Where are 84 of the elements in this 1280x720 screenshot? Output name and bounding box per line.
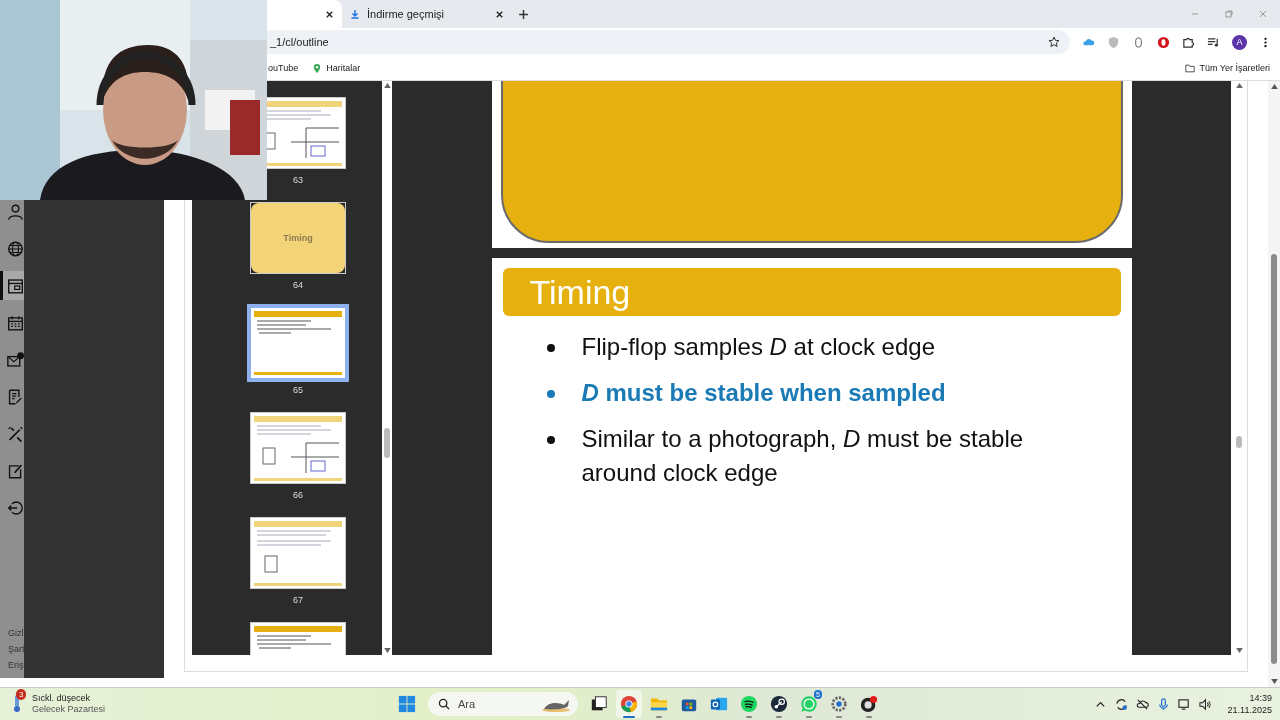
slide-thumbnail[interactable] bbox=[250, 517, 346, 589]
scrollbar-thumb[interactable] bbox=[1271, 254, 1277, 664]
scroll-down-icon[interactable] bbox=[383, 648, 391, 653]
folder-icon bbox=[1185, 62, 1196, 74]
browser-tab[interactable]: İndirme geçmişi bbox=[342, 0, 512, 28]
running-indicator bbox=[776, 716, 782, 718]
running-indicator bbox=[806, 716, 812, 718]
running-indicator bbox=[836, 716, 842, 718]
footer-link[interactable]: Şart bbox=[8, 642, 24, 656]
settings-icon bbox=[830, 695, 848, 713]
clock-date: 21.11.2025 bbox=[1227, 704, 1272, 716]
slide-title: Timing bbox=[529, 272, 631, 312]
outlook-icon bbox=[710, 695, 728, 713]
scroll-up-icon[interactable] bbox=[383, 83, 391, 88]
slide-number: 64 bbox=[293, 280, 303, 292]
bullet-text: Flip-flop samples D at clock edge bbox=[581, 332, 935, 362]
slide-number: 66 bbox=[293, 490, 303, 502]
windows-start-icon[interactable] bbox=[398, 695, 416, 713]
scrollbar-thumb[interactable] bbox=[1236, 436, 1242, 448]
slide-thumbnail[interactable] bbox=[266, 97, 346, 169]
bookmark[interactable]: Haritalar bbox=[312, 62, 361, 74]
bookmark[interactable]: ouTube bbox=[268, 63, 299, 73]
mouse-icon[interactable] bbox=[1132, 35, 1145, 49]
star-icon[interactable] bbox=[1048, 36, 1060, 48]
whatsapp-icon bbox=[800, 695, 818, 713]
notification-badge: 3 bbox=[16, 689, 27, 700]
scroll-down-icon[interactable] bbox=[1235, 648, 1243, 653]
slide-number: 67 bbox=[293, 595, 303, 607]
bullet-icon bbox=[546, 390, 555, 398]
sidebar-item[interactable] bbox=[0, 271, 24, 300]
puzzle-icon[interactable] bbox=[1182, 35, 1195, 49]
tools-icon bbox=[7, 424, 24, 443]
sync-icon[interactable] bbox=[1114, 697, 1128, 711]
new-tab-icon[interactable] bbox=[518, 8, 529, 20]
slide-thumbnail[interactable] bbox=[250, 412, 346, 484]
running-indicator bbox=[746, 716, 752, 718]
network-icon[interactable] bbox=[1177, 697, 1191, 711]
mail-icon bbox=[7, 350, 24, 369]
logout-icon bbox=[7, 498, 24, 517]
address-field[interactable]: _1/cl/outline bbox=[267, 30, 1070, 54]
cloud-off-icon[interactable] bbox=[1135, 697, 1149, 711]
slide-thumbnail[interactable] bbox=[247, 304, 349, 382]
page-icon bbox=[7, 276, 24, 295]
chrome-icon bbox=[620, 695, 638, 713]
weather-title: Sıckl. düşecek bbox=[32, 693, 92, 704]
profile-avatar[interactable]: A bbox=[1232, 34, 1247, 50]
stop-icon[interactable] bbox=[1157, 35, 1170, 49]
clock[interactable]: 14:39 21.11.2025 bbox=[1227, 692, 1272, 716]
slide-number: 63 bbox=[293, 175, 303, 187]
scroll-down-icon[interactable] bbox=[1270, 679, 1278, 684]
bullet-text: D must be stable when sampled bbox=[581, 378, 946, 408]
close-icon[interactable] bbox=[495, 9, 504, 19]
search-field[interactable]: Ara bbox=[428, 692, 578, 716]
running-indicator bbox=[623, 716, 635, 718]
scroll-up-icon[interactable] bbox=[1270, 84, 1278, 89]
note-icon bbox=[7, 387, 24, 406]
obs-icon bbox=[860, 695, 878, 713]
bullet-text: Similar to a photograph, D must be stable around clock edge bbox=[581, 424, 1025, 488]
bullet-icon bbox=[546, 436, 555, 444]
slide-number: 65 bbox=[293, 385, 303, 397]
download-icon bbox=[350, 9, 360, 19]
close-icon[interactable] bbox=[325, 9, 334, 19]
media-icon[interactable] bbox=[1207, 35, 1220, 49]
bullet-icon bbox=[546, 344, 555, 352]
speaker-icon[interactable] bbox=[1198, 697, 1212, 711]
spotify-icon bbox=[740, 695, 758, 713]
url-text: _1/cl/outline bbox=[270, 36, 330, 48]
microphone-icon[interactable] bbox=[1156, 697, 1170, 711]
weather-subtitle: Gelecek Pazartesi bbox=[32, 704, 106, 715]
running-indicator bbox=[656, 716, 662, 718]
scroll-up-icon[interactable] bbox=[1235, 83, 1243, 88]
globe-icon bbox=[7, 239, 24, 258]
taskview-icon bbox=[590, 695, 608, 713]
calendar-icon bbox=[7, 313, 24, 332]
scrollbar-thumb[interactable] bbox=[384, 428, 390, 458]
map-pin-icon bbox=[312, 62, 323, 74]
thumbnail-title: Timing bbox=[283, 233, 313, 243]
running-indicator bbox=[866, 716, 872, 718]
search-icon bbox=[438, 698, 450, 710]
steam-icon bbox=[770, 695, 788, 713]
all-bookmarks-button[interactable]: Tüm Yer İşaretleri bbox=[1185, 62, 1270, 74]
clock-time: 14:39 bbox=[1249, 692, 1272, 704]
person-icon bbox=[7, 202, 24, 221]
tab-title: İndirme geçmişi bbox=[367, 8, 446, 20]
